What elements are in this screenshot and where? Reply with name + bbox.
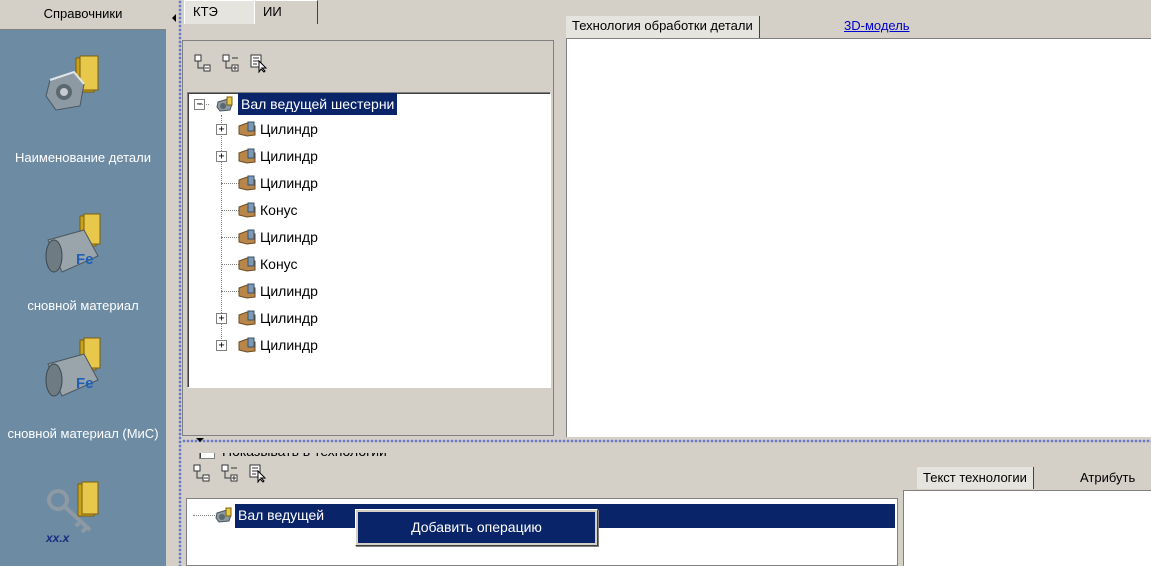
tree-connector [221,291,239,292]
feature-element-icon [238,148,256,164]
technology-view[interactable] [566,38,1151,437]
tree-label: Вал ведущей шестерни [238,93,398,115]
kte-tree[interactable]: − Вал ведущей шестерни + Цилиндр + Цилин… [187,92,551,388]
tree-label: Цилиндр [260,229,318,245]
feature-element-icon [238,229,256,245]
feature-element-icon [238,121,256,137]
tab-attributes[interactable]: Атрибуть [1076,467,1139,489]
select-cursor-icon[interactable] [248,463,268,483]
sidebar-item-label: сновной материал (МиС) [7,426,159,441]
tree-label: Цилиндр [260,121,318,137]
tree-label: Цилиндр [260,175,318,191]
gear-part-book-icon [45,55,99,111]
collapse-left-arrow-icon[interactable] [172,14,176,22]
tab-ii[interactable]: ИИ [254,0,318,24]
reference-sidebar: Справочники Наименование детали Fe сновн… [0,0,166,566]
tab-kte[interactable]: КТЭ [184,0,256,24]
tree-label: Цилиндр [260,337,318,353]
tree-label: Конус [260,202,298,218]
shaft-part-icon [215,507,232,523]
collapse-tree-icon[interactable] [192,463,212,483]
tree-connector [193,515,215,516]
sidebar-item-tolerance[interactable]: xx.x [0,478,166,566]
sidebar-header[interactable]: Справочники [0,0,166,30]
technology-panel: Технология обработки детали 3D-модель [566,0,1151,437]
horizontal-splitter[interactable] [182,437,1151,453]
context-menu: Добавить операцию [355,509,598,546]
sidebar-item-part-name[interactable]: Наименование детали [0,50,166,200]
tree-connector [221,210,239,211]
tab-3d-model[interactable]: 3D-модель [840,16,914,38]
feature-element-icon [238,337,256,353]
kte-panel: КТЭ ИИ − Вал ведущей шестерни + Цилиндр … [182,0,556,459]
select-cursor-icon[interactable] [249,53,269,73]
expand-tree-icon[interactable] [221,53,241,73]
expand-node-icon[interactable]: + [216,151,227,162]
tree-root-node[interactable]: − Вал ведущей шестерни [194,93,544,115]
feature-element-icon [238,175,256,191]
sidebar-item-label: сновной материал [27,298,139,313]
expand-tree-icon[interactable] [220,463,240,483]
expand-node-icon[interactable]: + [216,340,227,351]
tree-label: Вал ведущей [238,507,325,523]
add-operation-menu-item[interactable]: Добавить операцию [358,512,595,543]
tab-technology-text[interactable]: Текст технологии [917,467,1034,489]
svg-text:Fe: Fe [76,251,94,268]
tree-connector [221,264,239,265]
tree-connector [221,183,239,184]
fe-material-book-icon: Fe [45,213,101,273]
kte-frame: − Вал ведущей шестерни + Цилиндр + Цилин… [182,40,554,459]
tree-label: Цилиндр [260,283,318,299]
feature-element-icon [238,256,256,272]
key-tolerance-book-icon: xx.x [45,481,99,545]
tree-connector [199,104,209,105]
shaft-part-icon [216,96,233,112]
sidebar-item-main-material-mis[interactable]: Fe сновной материал (МиС) [0,336,166,466]
tree-label: Цилиндр [260,148,318,164]
tree-connector [221,237,239,238]
text-panel: Текст технологии Атрибуть [903,453,1151,566]
expand-node-icon[interactable]: + [216,313,227,324]
tab-technology[interactable]: Технология обработки детали [566,16,760,38]
vertical-splitter[interactable] [166,0,170,566]
splitter-grip[interactable] [182,439,1151,443]
collapse-down-arrow-icon[interactable] [196,438,204,442]
fe-material-book-icon: Fe [45,337,101,397]
sidebar-item-main-material[interactable]: Fe сновной материал [0,212,166,322]
svg-text:Fe: Fe [76,375,94,392]
tree-label: Конус [260,256,298,272]
technology-text-view[interactable] [903,490,1151,566]
tree-label: Цилиндр [260,310,318,326]
svg-text:xx.x: xx.x [45,531,71,545]
expand-node-icon[interactable]: + [216,124,227,135]
feature-element-icon [238,202,256,218]
feature-element-icon [238,283,256,299]
feature-element-icon [238,310,256,326]
collapse-tree-icon[interactable] [193,53,213,73]
sidebar-item-label: Наименование детали [15,150,151,165]
